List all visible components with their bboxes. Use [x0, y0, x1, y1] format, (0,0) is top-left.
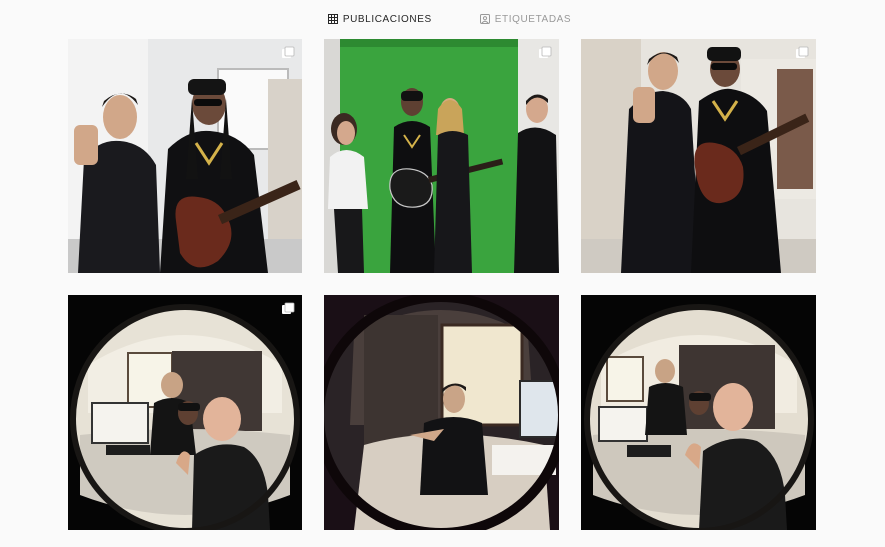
post-thumbnail[interactable] [68, 295, 302, 530]
post-photo [68, 39, 302, 273]
post-thumbnail[interactable] [68, 39, 302, 273]
multiple-photos-icon [538, 46, 552, 60]
tab-publicaciones-label: PUBLICACIONES [342, 13, 432, 25]
profile-tabs: PUBLICACIONES ETIQUETADAS [0, 0, 885, 38]
post-photo [324, 295, 559, 530]
multiple-photos-icon [281, 302, 295, 316]
post-thumbnail[interactable] [324, 295, 559, 530]
tab-etiquetadas-label: ETIQUETADAS [494, 13, 572, 25]
post-thumbnail[interactable] [324, 39, 559, 273]
profile-posts-page: PUBLICACIONES ETIQUETADAS [0, 0, 885, 547]
post-photo [581, 295, 816, 530]
tab-etiquetadas[interactable]: ETIQUETADAS [479, 13, 572, 25]
multiple-photos-icon [795, 46, 809, 60]
post-thumbnail[interactable] [581, 39, 816, 273]
multiple-photos-icon [281, 46, 295, 60]
post-photo [324, 39, 559, 273]
posts-grid [68, 39, 816, 530]
tab-publicaciones[interactable]: PUBLICACIONES [327, 13, 432, 25]
tagged-icon [479, 14, 490, 24]
post-photo [68, 295, 302, 530]
post-thumbnail[interactable] [581, 295, 816, 530]
post-photo [581, 39, 816, 273]
grid-icon [327, 14, 338, 24]
